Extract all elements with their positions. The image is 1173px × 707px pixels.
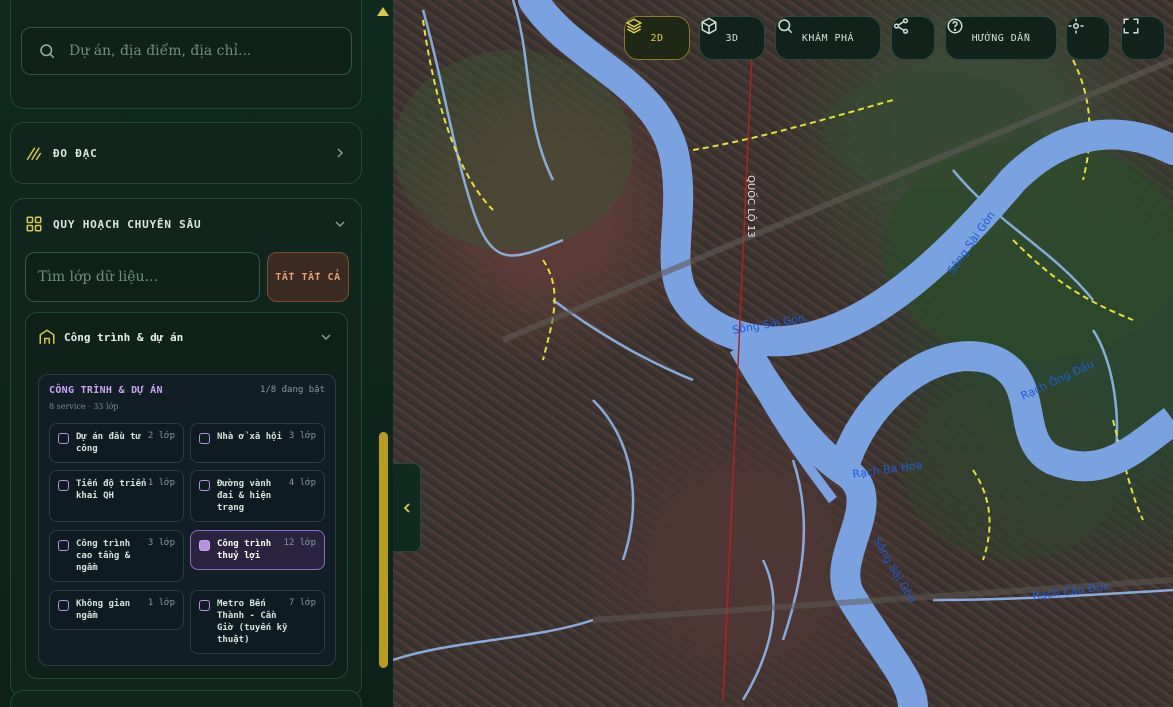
search-box[interactable] <box>21 27 352 75</box>
layer-item-name: Không gian ngầm <box>76 599 131 621</box>
layer-checkbox[interactable] <box>58 480 69 491</box>
sidebar-scrollbar[interactable] <box>379 432 388 668</box>
measure-section[interactable]: ĐO ĐẠC <box>10 122 362 184</box>
grid-icon <box>26 216 42 232</box>
layer-item[interactable]: Metro Bến Thành - Cần Giờ (tuyến kỹ thuậ… <box>190 590 325 654</box>
map-label-canal: Rạch Cầu Đúc <box>1032 579 1110 603</box>
layer-item[interactable]: Nhà ở xã hội 3 lớp <box>190 423 325 463</box>
map-label-river: Sông Sài Gòn <box>870 535 918 605</box>
layer-item-name: Công trình thuỷ lợi <box>217 539 272 561</box>
planning-section: QUY HOẠCH CHUYÊN SÂU TẮT TẤT CẢ Công trì… <box>10 198 362 698</box>
layer-item-name: Metro Bến Thành - Cần Giờ (tuyến kỹ thuậ… <box>217 599 288 645</box>
share-icon <box>893 18 909 34</box>
search-card <box>10 0 362 109</box>
fullscreen-icon <box>1123 18 1139 34</box>
layer-item[interactable]: Không gian ngầm 1 lớp <box>49 590 184 630</box>
layer-checkbox[interactable] <box>199 600 210 611</box>
layer-item[interactable]: Công trình cao tầng & ngầm 3 lớp <box>49 530 184 582</box>
map-canvas[interactable]: Sông Sài Gòn Sông Sài Gòn Sông Sài Gòn Q… <box>393 0 1173 707</box>
planning-label: QUY HOẠCH CHUYÊN SÂU <box>53 217 202 231</box>
search-icon <box>778 19 793 34</box>
layer-item-name: Dự án đầu tư công <box>76 432 142 454</box>
view-2d-label: 2D <box>650 32 664 44</box>
guide-label: HƯỚNG DẪN <box>971 32 1031 44</box>
search-input[interactable] <box>69 43 351 59</box>
share-button[interactable] <box>891 16 935 60</box>
fullscreen-button[interactable] <box>1121 16 1165 60</box>
measure-label: ĐO ĐẠC <box>53 146 98 160</box>
layer-checkbox[interactable] <box>58 600 69 611</box>
layer-item-count: 1 lớp <box>147 478 175 488</box>
vegetation-area <box>393 50 633 250</box>
layers-icon <box>625 18 643 34</box>
next-section[interactable] <box>10 690 362 707</box>
layer-item-count: 7 lớp <box>288 598 316 608</box>
chevron-left-icon <box>403 502 410 513</box>
map-label-highway: QUỐC LỘ 13 <box>745 175 759 238</box>
clear-all-button[interactable]: TẮT TẤT CẢ <box>267 252 349 302</box>
layer-item-count: 2 lớp <box>147 431 175 441</box>
layer-checkbox[interactable] <box>58 540 69 551</box>
layer-item[interactable]: Dự án đầu tư công 2 lớp <box>49 423 184 463</box>
building-icon <box>39 329 55 344</box>
view-3d-label: 3D <box>725 32 739 44</box>
view-3d-button[interactable]: 3D <box>699 16 765 60</box>
layer-item[interactable]: Tiến độ triển khai QH 1 lớp <box>49 470 184 522</box>
layer-item[interactable]: Đường vành đai & hiện trạng 4 lớp <box>190 470 325 522</box>
layer-checkbox[interactable] <box>199 480 210 491</box>
projects-group-label: Công trình & dự án <box>64 330 184 344</box>
scroll-up-arrow[interactable] <box>377 7 389 16</box>
layer-item-active[interactable]: Công trình thuỷ lợi 12 lớp <box>190 530 325 570</box>
ruler-icon <box>26 147 42 161</box>
chevron-down-icon <box>335 221 345 228</box>
layer-item-name: Công trình cao tầng & ngầm <box>76 539 131 573</box>
layer-search-input[interactable] <box>25 252 260 302</box>
sidebar: ĐO ĐẠC QUY HOẠCH CHUYÊN SÂU TẮT TẤT CẢ C… <box>0 0 393 707</box>
layer-item-count: 4 lớp <box>288 478 316 488</box>
layer-checkbox[interactable] <box>199 433 210 444</box>
help-icon <box>947 18 963 34</box>
projects-group: Công trình & dự án CÔNG TRÌNH & DỰ ÁN 1/… <box>25 312 348 679</box>
locate-button[interactable] <box>1066 16 1110 60</box>
layer-item-name: Đường vành đai & hiện trạng <box>217 479 272 513</box>
service-panel-status: 1/8 đang bật <box>259 385 325 395</box>
chevron-down-icon <box>321 334 331 341</box>
search-icon <box>40 44 55 59</box>
layer-item-count: 3 lớp <box>288 431 316 441</box>
layer-checkbox-checked[interactable] <box>199 540 210 551</box>
layer-item-name: Tiến độ triển khai QH <box>76 479 147 501</box>
collapse-sidebar-button[interactable] <box>393 463 421 552</box>
cube-icon <box>701 17 717 35</box>
explore-label: KHÁM PHÁ <box>801 32 855 44</box>
explore-button[interactable]: KHÁM PHÁ <box>775 16 881 60</box>
planning-header[interactable]: QUY HOẠCH CHUYÊN SÂU <box>11 213 361 235</box>
service-panel-title: CÔNG TRÌNH & DỰ ÁN <box>49 385 163 396</box>
guide-button[interactable]: HƯỚNG DẪN <box>945 16 1057 60</box>
service-panel: CÔNG TRÌNH & DỰ ÁN 1/8 đang bật 8 servic… <box>38 374 336 666</box>
crosshair-icon <box>1068 18 1084 34</box>
layer-item-count: 3 lớp <box>147 538 175 548</box>
view-2d-button[interactable]: 2D <box>624 16 690 60</box>
layer-item-count: 12 lớp <box>283 538 316 548</box>
projects-group-header[interactable]: Công trình & dự án <box>26 325 347 349</box>
map-layer: Sông Sài Gòn Sông Sài Gòn Sông Sài Gòn Q… <box>393 0 1173 707</box>
layer-item-count: 1 lớp <box>147 598 175 608</box>
layer-item-name: Nhà ở xã hội <box>217 432 283 442</box>
service-panel-subtitle: 8 service · 33 lớp <box>49 402 119 411</box>
layer-checkbox[interactable] <box>58 433 69 444</box>
chevron-right-icon <box>337 148 344 158</box>
